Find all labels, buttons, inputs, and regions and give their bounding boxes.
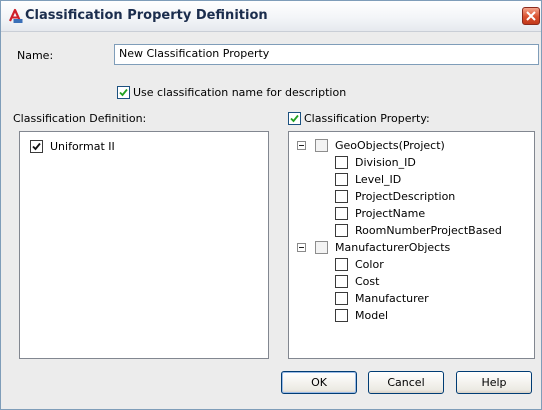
tree-leaf[interactable]: ProjectDescription [335,188,525,205]
project-name-checkbox[interactable] [335,207,348,220]
color-checkbox[interactable] [335,258,348,271]
collapse-toggle-icon[interactable] [297,141,306,150]
tree-leaf-label: Division_ID [355,156,416,169]
tree-node-label: GeoObjects(Project) [335,139,445,152]
classification-definition-list[interactable]: Uniformat II [19,131,269,359]
help-button[interactable]: Help [456,371,532,394]
checkmark-icon [290,114,299,123]
checkmark-icon [119,88,128,97]
tree-leaf[interactable]: Manufacturer [335,290,525,307]
dialog-window: Classification Property Definition Name:… [0,0,542,410]
project-description-checkbox[interactable] [335,190,348,203]
close-button[interactable] [522,7,540,25]
level-id-checkbox[interactable] [335,173,348,186]
tree-node-label: ManufacturerObjects [335,241,451,254]
autocad-logo-icon [7,8,23,24]
close-icon [526,11,536,21]
checkmark-icon [32,142,41,151]
manufacturer-checkbox[interactable] [335,292,348,305]
ok-button[interactable]: OK [281,371,357,394]
window-title: Classification Property Definition [25,8,268,23]
classification-property-tree[interactable]: GeoObjects(Project) Division_ID Level_ID… [288,131,535,359]
tree-node-geoobjects[interactable]: GeoObjects(Project) [297,137,527,154]
tree-leaf[interactable]: Model [335,307,525,324]
use-classification-name-label: Use classification name for description [133,86,347,99]
tree-leaf[interactable]: ProjectName [335,205,525,222]
tree-leaf[interactable]: Level_ID [335,171,525,188]
use-classification-name-checkbox[interactable] [117,86,130,99]
tree-leaf-label: Manufacturer [355,292,429,305]
geoobjects-checkbox[interactable] [315,139,328,152]
tree-leaf-label: Color [355,258,384,271]
tree-leaf-label: Level_ID [355,173,402,186]
uniformat-checkbox[interactable] [30,140,43,153]
cost-checkbox[interactable] [335,275,348,288]
classification-definition-label: Classification Definition: [13,112,147,125]
tree-leaf-label: ProjectName [355,207,426,220]
collapse-toggle-icon[interactable] [297,243,306,252]
tree-leaf[interactable]: Division_ID [335,154,525,171]
title-bar[interactable]: Classification Property Definition [1,1,541,32]
tree-leaf-label: Model [355,309,389,322]
tree-leaf[interactable]: Cost [335,273,525,290]
tree-leaf-label: Cost [355,275,380,288]
name-input[interactable]: New Classification Property [114,44,539,65]
model-checkbox[interactable] [335,309,348,322]
classification-property-checkbox[interactable] [288,112,301,125]
tree-leaf[interactable]: Color [335,256,525,273]
manufacturerobjects-checkbox[interactable] [315,241,328,254]
name-label: Name: [17,49,54,62]
classification-property-label: Classification Property: [304,112,430,125]
tree-node-manufacturerobjects[interactable]: ManufacturerObjects [297,239,527,256]
room-number-checkbox[interactable] [335,224,348,237]
cancel-button[interactable]: Cancel [368,371,444,394]
division-id-checkbox[interactable] [335,156,348,169]
uniformat-label: Uniformat II [50,140,115,153]
tree-leaf-label: RoomNumberProjectBased [355,224,502,237]
tree-leaf-label: ProjectDescription [355,190,456,203]
tree-leaf[interactable]: RoomNumberProjectBased [335,222,525,239]
